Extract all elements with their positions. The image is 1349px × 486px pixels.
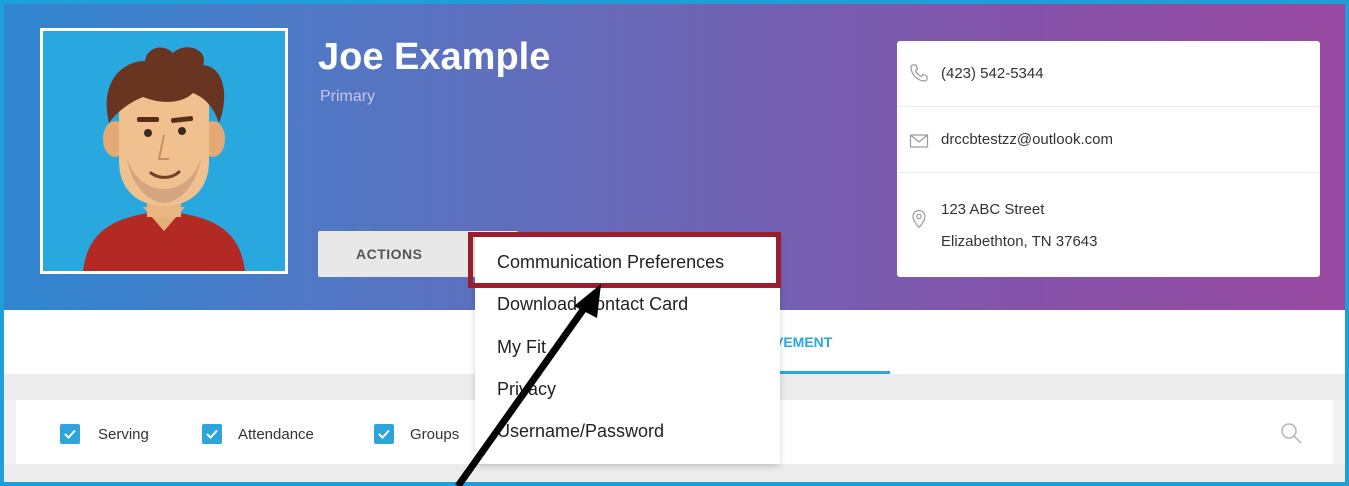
profile-avatar — [40, 28, 288, 274]
location-pin-icon — [912, 209, 926, 229]
phone-icon — [910, 64, 928, 82]
contact-address-line2[interactable]: Elizabethton, TN 37643 — [941, 233, 1098, 250]
person-avatar-icon — [83, 47, 245, 271]
menu-item-my-fit[interactable]: My Fit — [497, 337, 546, 358]
search-icon[interactable] — [1278, 420, 1304, 446]
highlight-box — [468, 232, 781, 288]
app-frame: Joe Example Primary ACTIONS (423) 542-53… — [0, 0, 1349, 486]
contact-card: (423) 542-5344 drccbtestzz@outlook.com 1… — [897, 41, 1320, 277]
attendance-checkbox[interactable] — [202, 424, 222, 444]
checkmark-icon — [378, 429, 390, 439]
menu-item-username-password[interactable]: Username/Password — [497, 421, 664, 442]
serving-checkbox[interactable] — [60, 424, 80, 444]
filter-label-attendance: Attendance — [238, 426, 314, 443]
profile-subtitle: Primary — [320, 88, 376, 105]
contact-address-row: 123 ABC Street Elizabethton, TN 37643 — [897, 173, 1320, 277]
contact-address-line1[interactable]: 123 ABC Street — [941, 201, 1044, 218]
menu-item-privacy[interactable]: Privacy — [497, 379, 556, 400]
contact-email[interactable]: drccbtestzz@outlook.com — [941, 131, 1113, 148]
menu-item-download-contact-card[interactable]: Download Contact Card — [497, 294, 688, 315]
contact-phone[interactable]: (423) 542-5344 — [941, 65, 1044, 82]
profile-name: Joe Example — [318, 36, 551, 78]
bottom-divider — [4, 464, 1345, 482]
contact-email-row: drccbtestzz@outlook.com — [897, 107, 1320, 173]
tab-involvement[interactable]: VEMENT — [764, 310, 890, 374]
mail-icon — [909, 134, 929, 148]
filter-label-serving: Serving — [98, 426, 149, 443]
checkmark-icon — [64, 429, 76, 439]
contact-phone-row: (423) 542-5344 — [897, 41, 1320, 107]
filter-label-groups: Groups — [410, 426, 460, 443]
checkmark-icon — [206, 429, 218, 439]
groups-checkbox[interactable] — [374, 424, 394, 444]
